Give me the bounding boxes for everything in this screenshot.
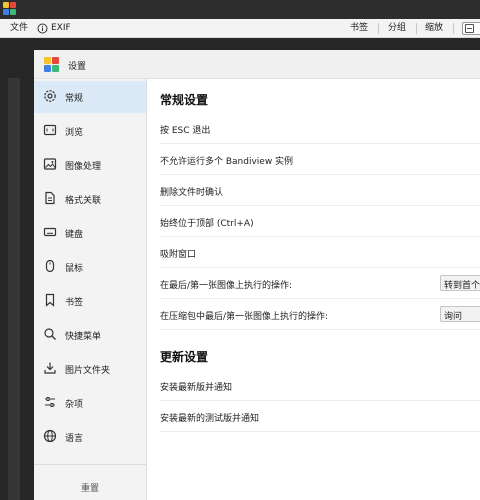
menu-exif[interactable]: EXIF (51, 23, 71, 34)
setting-label: 不允许运行多个 Bandiview 实例 (160, 157, 294, 167)
info-icon[interactable] (37, 23, 48, 34)
setting-row-esc-exit[interactable]: 按 ESC 退出 (160, 113, 480, 144)
sidebar-divider (34, 464, 146, 465)
setting-row-single-instance[interactable]: 不允许运行多个 Bandiview 实例 (160, 144, 480, 175)
sidebar-item-label: 图片文件夹 (65, 366, 111, 376)
sidebar-item-label: 快捷菜单 (65, 332, 102, 342)
sidebar-item-misc[interactable]: 杂项 (34, 387, 146, 419)
settings-sidebar: 常规 浏览 图像处理 格式关联 键盘 鼠标 书签 快捷菜单 图片文件夹 杂项 语… (34, 79, 147, 500)
sidebar-item-label: 语言 (65, 434, 84, 444)
sidebar-item-label: 格式关联 (65, 196, 102, 206)
globe-icon (43, 429, 57, 443)
dialog-header: 设置 (34, 50, 480, 79)
sidebar-item-label: 键盘 (65, 230, 84, 240)
sidebar-item-picture-folder[interactable]: 图片文件夹 (34, 353, 146, 385)
setting-row-confirm-delete[interactable]: 删除文件时确认 (160, 175, 480, 206)
setting-label: 安装最新的测试版并通知 (160, 414, 260, 424)
thumbnail-strip[interactable] (8, 78, 20, 500)
select-value: 转到首个文 (444, 281, 480, 291)
menu-group[interactable]: 分组 (388, 23, 406, 34)
setting-row-archive-last-image-action: 在压缩包中最后/第一张图像上执行的操作: 询问 (160, 299, 480, 330)
download-icon (43, 361, 57, 375)
search-icon (43, 327, 57, 341)
menu-file[interactable]: 文件 (10, 23, 28, 34)
setting-label: 按 ESC 退出 (160, 126, 211, 136)
setting-label: 在最后/第一张图像上执行的操作: (160, 281, 293, 291)
gear-icon (43, 89, 57, 103)
window-icon (465, 24, 474, 33)
dialog-title: 设置 (68, 62, 87, 72)
sidebar-item-keyboard[interactable]: 键盘 (34, 217, 146, 249)
sidebar-item-language[interactable]: 语言 (34, 421, 146, 453)
menubar: 文件 EXIF 书签 分组 缩放 (0, 19, 480, 38)
sidebar-item-mouse[interactable]: 鼠标 (34, 251, 146, 283)
last-image-action-select[interactable]: 转到首个文 (440, 275, 480, 291)
setting-label: 在压缩包中最后/第一张图像上执行的操作: (160, 312, 329, 322)
setting-label: 始终位于顶部 (Ctrl+A) (160, 219, 254, 229)
setting-label: 删除文件时确认 (160, 188, 224, 198)
reset-button[interactable]: 重置 (34, 481, 146, 494)
sidebar-item-image-processing[interactable]: 图像处理 (34, 149, 146, 181)
menu-bookmarks[interactable]: 书签 (350, 23, 368, 34)
sliders-icon (43, 395, 57, 409)
sidebar-item-label: 杂项 (65, 400, 84, 410)
bandiview-logo (3, 2, 17, 16)
sidebar-item-browse[interactable]: 浏览 (34, 115, 146, 147)
sidebar-item-bookmarks[interactable]: 书签 (34, 285, 146, 317)
bandiview-logo (44, 57, 59, 72)
setting-row-last-image-action: 在最后/第一张图像上执行的操作: 转到首个文 (160, 268, 480, 299)
setting-row-snap-window[interactable]: 吸附窗口 (160, 237, 480, 268)
select-value: 询问 (444, 312, 463, 322)
document-icon (43, 191, 57, 205)
setting-row-install-beta[interactable]: 安装最新的测试版并通知 (160, 401, 480, 432)
frame-icon (43, 123, 57, 137)
sidebar-item-file-association[interactable]: 格式关联 (34, 183, 146, 215)
window-mode-button[interactable] (462, 22, 480, 35)
settings-dialog: 设置 常规 浏览 图像处理 格式关联 键盘 鼠标 书签 快捷菜单 图片文件夹 杂… (34, 50, 480, 500)
setting-row-install-latest[interactable]: 安装最新版并通知 (160, 370, 480, 401)
archive-last-image-action-select[interactable]: 询问 (440, 306, 480, 322)
bookmark-icon (43, 293, 57, 307)
section-title-general: 常规设置 (160, 93, 209, 107)
keyboard-icon (43, 225, 57, 239)
sidebar-item-general[interactable]: 常规 (34, 81, 146, 113)
settings-content: 常规设置 按 ESC 退出 不允许运行多个 Bandiview 实例 删除文件时… (147, 79, 480, 500)
section-title-update: 更新设置 (160, 350, 209, 364)
sidebar-item-label: 鼠标 (65, 264, 84, 274)
menu-zoom[interactable]: 缩放 (425, 23, 443, 34)
window-titlebar (0, 0, 480, 19)
setting-row-always-on-top[interactable]: 始终位于顶部 (Ctrl+A) (160, 206, 480, 237)
image-icon (43, 157, 57, 171)
mouse-icon (43, 259, 57, 273)
sidebar-item-label: 图像处理 (65, 162, 102, 172)
sidebar-item-quick-menu[interactable]: 快捷菜单 (34, 319, 146, 351)
setting-label: 安装最新版并通知 (160, 383, 233, 393)
sidebar-item-label: 浏览 (65, 128, 84, 138)
sidebar-item-label: 常规 (65, 94, 84, 104)
setting-label: 吸附窗口 (160, 250, 197, 260)
sidebar-item-label: 书签 (65, 298, 84, 308)
